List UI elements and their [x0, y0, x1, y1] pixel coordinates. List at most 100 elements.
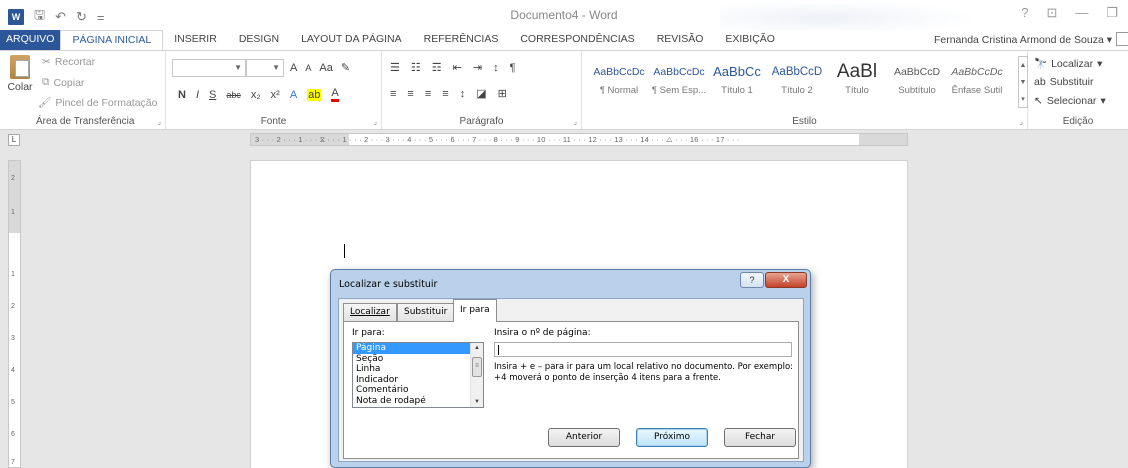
- horizontal-ruler[interactable]: 3 · · · 2 · · · 1 · · · ⧖ · · · 1 · · · …: [250, 133, 908, 146]
- scroll-down-icon[interactable]: ▼: [1019, 74, 1027, 91]
- avatar[interactable]: [1116, 32, 1128, 46]
- bullets-icon[interactable]: ☰: [390, 61, 400, 74]
- font-color-icon[interactable]: A: [331, 87, 339, 102]
- style-heading-2[interactable]: AaBbCcD Título 2: [768, 59, 826, 96]
- shading-icon[interactable]: ◪: [476, 87, 486, 100]
- text-cursor: [344, 244, 345, 258]
- sort-icon[interactable]: ↕: [493, 62, 499, 74]
- superscript-icon[interactable]: x²: [271, 89, 280, 101]
- shrink-font-icon[interactable]: A: [305, 63, 311, 73]
- italic-icon[interactable]: I: [196, 89, 199, 101]
- bold-icon[interactable]: N: [178, 89, 186, 101]
- vertical-ruler[interactable]: 2 1 1 2 3 4 5 6 7: [8, 160, 21, 468]
- subscript-icon[interactable]: x₂: [251, 89, 261, 101]
- clear-formatting-icon[interactable]: ✎: [341, 61, 350, 74]
- cut-button[interactable]: ✂ Recortar: [42, 56, 95, 68]
- scroll-down-icon[interactable]: ▼: [471, 397, 483, 407]
- tab-find[interactable]: Localizar: [343, 303, 397, 321]
- list-item[interactable]: Indicador: [353, 375, 471, 386]
- tab-references[interactable]: REFERÊNCIAS: [413, 30, 510, 50]
- numbering-icon[interactable]: ☷: [411, 61, 421, 74]
- list-item[interactable]: Nota de rodapé: [353, 396, 471, 407]
- scroll-up-icon[interactable]: ▲: [1019, 57, 1027, 74]
- minimize-icon[interactable]: —: [1075, 5, 1088, 21]
- style-heading-1[interactable]: AaBbCc Título 1: [708, 59, 766, 96]
- tab-review[interactable]: REVISÃO: [646, 30, 715, 50]
- list-item[interactable]: Seção: [353, 354, 471, 365]
- tab-file[interactable]: ARQUIVO: [0, 30, 61, 50]
- align-left-icon[interactable]: ≡: [390, 88, 396, 100]
- next-button[interactable]: Próximo: [636, 428, 708, 447]
- scroll-up-icon[interactable]: ▲: [471, 343, 483, 353]
- multilevel-list-icon[interactable]: ☶: [432, 61, 442, 74]
- tab-view[interactable]: EXIBIÇÃO: [714, 30, 786, 50]
- dialog-launcher-icon[interactable]: ⌟: [1019, 117, 1023, 126]
- dialog-help-button[interactable]: ?: [740, 272, 764, 288]
- tab-home[interactable]: PÁGINA INICIAL: [60, 30, 164, 50]
- tab-layout[interactable]: LAYOUT DA PÁGINA: [290, 30, 413, 50]
- list-item[interactable]: Linha: [353, 364, 471, 375]
- change-case-icon[interactable]: Aa: [319, 62, 332, 74]
- tab-goto[interactable]: Ir para: [453, 299, 497, 322]
- style-subtitle[interactable]: AaBbCcD Subtítulo: [888, 59, 946, 96]
- select-button[interactable]: ↖ Selecionar ▾: [1034, 95, 1106, 107]
- decrease-indent-icon[interactable]: ⇤: [453, 61, 462, 74]
- tab-insert[interactable]: INSERIR: [163, 30, 228, 50]
- restore-icon[interactable]: ❐: [1106, 5, 1118, 21]
- title-bar: W 🖫 ↶ ↻ = Documento4 - Word ? ⊡ — ❐: [0, 0, 1128, 30]
- goto-what-list[interactable]: Página Seção Linha Indicador Comentário …: [352, 342, 484, 408]
- grow-font-icon[interactable]: A: [290, 62, 297, 74]
- ruler-number: 6: [11, 431, 15, 438]
- font-name-combo[interactable]: ▼: [172, 59, 246, 77]
- ribbon-display-options-icon[interactable]: ⊡: [1046, 5, 1057, 21]
- ruler-number: 7: [11, 459, 15, 466]
- tab-mailings[interactable]: CORRESPONDÊNCIAS: [509, 30, 645, 50]
- align-center-icon[interactable]: ≡: [407, 88, 413, 100]
- tab-design[interactable]: DESIGN: [228, 30, 290, 50]
- list-item[interactable]: Comentário: [353, 385, 471, 396]
- close-button[interactable]: Fechar: [724, 428, 796, 447]
- user-account[interactable]: Fernanda Cristina Armond de Souza ▾: [934, 34, 1112, 46]
- font-size-combo[interactable]: ▼: [246, 59, 284, 77]
- styles-gallery-scroll[interactable]: ▲ ▼ ▾: [1018, 56, 1028, 108]
- previous-button[interactable]: Anterior: [548, 428, 620, 447]
- paste-button[interactable]: Colar: [6, 55, 34, 93]
- chevron-down-icon: ▼: [234, 63, 242, 72]
- pilcrow-icon[interactable]: ¶: [510, 62, 516, 74]
- scroll-thumb[interactable]: ≡: [472, 357, 482, 377]
- format-painter-button[interactable]: 🖌 Pincel de Formatação: [38, 96, 157, 110]
- style-no-spacing[interactable]: AaBbCcDc ¶ Sem Esp...: [650, 59, 708, 96]
- text-effects-icon[interactable]: A: [290, 89, 297, 101]
- list-scrollbar[interactable]: ▲ ≡ ▼: [470, 343, 483, 407]
- line-spacing-icon[interactable]: ↕: [460, 88, 466, 100]
- style-normal[interactable]: AaBbCcDc ¶ Normal: [590, 59, 648, 96]
- dialog-launcher-icon[interactable]: ⌟: [373, 117, 377, 126]
- page-number-input[interactable]: [494, 342, 792, 357]
- tab-replace[interactable]: Substituir: [397, 303, 455, 321]
- style-name: Título 2: [781, 85, 813, 96]
- style-sample: AaBbCcD: [771, 66, 823, 78]
- increase-indent-icon[interactable]: ⇥: [473, 61, 482, 74]
- dialog-close-button[interactable]: X: [765, 272, 807, 288]
- style-subtle-emphasis[interactable]: AaBbCcDc Ênfase Sutil: [948, 59, 1006, 96]
- style-sample: AaBbCc: [713, 64, 761, 79]
- style-title[interactable]: AaBl Título: [828, 59, 886, 96]
- gallery-more-icon[interactable]: ▾: [1019, 91, 1027, 108]
- tab-selector[interactable]: L: [8, 134, 20, 146]
- underline-icon[interactable]: S: [209, 89, 216, 101]
- list-item[interactable]: Página: [353, 343, 471, 354]
- strikethrough-icon[interactable]: abc: [226, 90, 241, 100]
- highlight-icon[interactable]: ab: [307, 88, 322, 101]
- help-icon[interactable]: ?: [1021, 5, 1028, 21]
- borders-icon[interactable]: ⊞: [498, 87, 507, 100]
- select-label: Selecionar: [1046, 95, 1097, 107]
- copy-button[interactable]: ⧉ Copiar: [42, 76, 84, 89]
- find-button[interactable]: 🔭 Localizar ▾: [1034, 57, 1102, 71]
- paragraph-list-tools: ☰ ☷ ☶ ⇤ ⇥ ↕ ¶: [390, 61, 516, 75]
- justify-icon[interactable]: ≡: [442, 88, 448, 100]
- replace-button[interactable]: ab Substituir: [1034, 76, 1093, 88]
- ribbon: Colar ✂ Recortar ⧉ Copiar 🖌 Pincel de Forma…: [0, 50, 1128, 130]
- dialog-launcher-icon[interactable]: ⌟: [573, 117, 577, 126]
- dialog-launcher-icon[interactable]: ⌟: [157, 117, 161, 126]
- align-right-icon[interactable]: ≡: [425, 88, 431, 100]
